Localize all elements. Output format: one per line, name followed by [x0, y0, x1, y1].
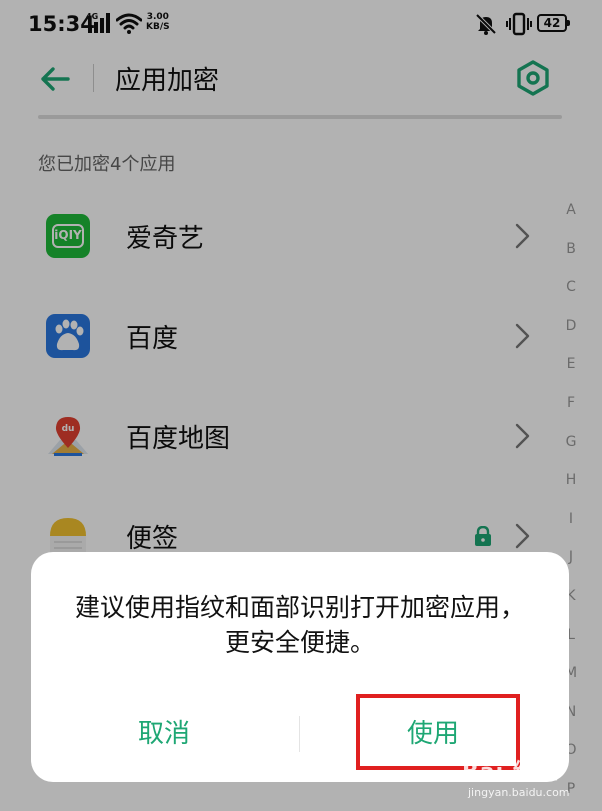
watermark-url: jingyan.baidu.com	[468, 786, 570, 799]
watermark-logo: Bai 经验	[462, 760, 559, 785]
baidu-jingyan-watermark: Bai 经验 jingyan.baidu.com	[462, 754, 592, 804]
dialog-message: 建议使用指纹和面部识别打开加密应用，更安全便捷。	[74, 593, 525, 657]
app-lock-screen: 15:34 4G 3.00 KB/S 42 应用加密 您已加密4个应用 iQIY…	[0, 0, 602, 811]
cancel-button[interactable]: 取消	[61, 708, 267, 760]
dialog-button-separator	[299, 716, 300, 752]
